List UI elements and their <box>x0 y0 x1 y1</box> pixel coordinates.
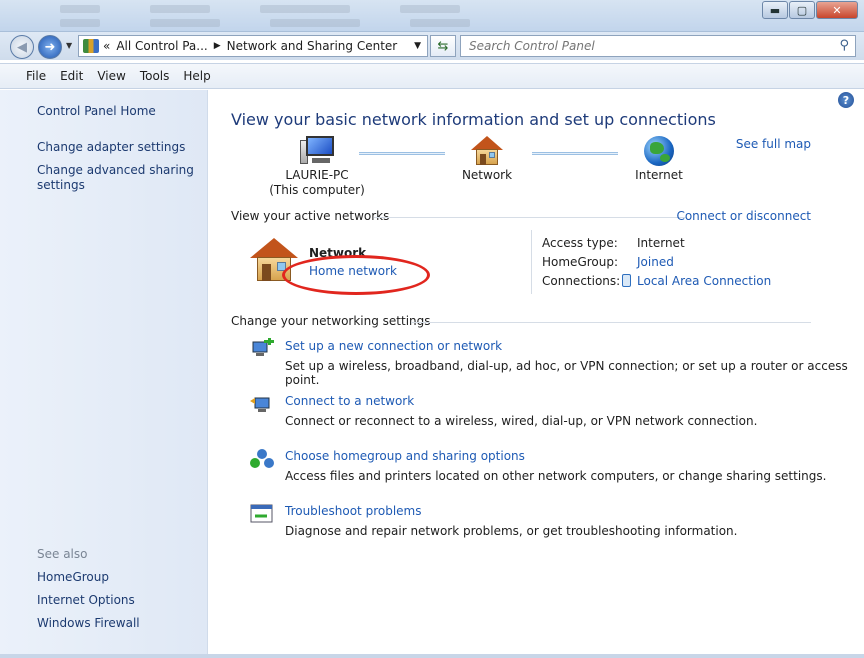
main-content: ? View your basic network information an… <box>209 90 864 658</box>
sidebar-windows-firewall[interactable]: Windows Firewall <box>37 616 140 631</box>
map-connector <box>359 152 445 155</box>
refresh-icon: ⇆ <box>437 38 449 54</box>
sidebar-control-panel-home[interactable]: Control Panel Home <box>37 104 156 119</box>
sidebar-advanced-line2: settings <box>37 178 85 192</box>
active-networks-title: View your active networks <box>231 209 390 223</box>
troubleshoot-problems-link[interactable]: Troubleshoot problems <box>285 504 421 518</box>
sidebar-homegroup[interactable]: HomeGroup <box>37 570 109 585</box>
window-bottom-edge <box>0 654 864 658</box>
homegroup-joined-link[interactable]: Joined <box>637 255 674 269</box>
troubleshoot-icon <box>250 503 274 525</box>
control-panel-icon <box>83 39 99 53</box>
title-bar: ▬ ▢ ✕ <box>0 0 864 32</box>
arrow-left-icon: ◀ <box>17 39 27 55</box>
sidebar-internet-options[interactable]: Internet Options <box>37 593 135 608</box>
access-type-value: Internet <box>637 236 685 250</box>
see-full-map-link[interactable]: See full map <box>736 137 811 151</box>
connect-network-icon <box>250 393 274 415</box>
networking-settings-title: Change your networking settings <box>231 314 431 328</box>
computer-name: LAURIE-PC <box>285 168 349 182</box>
setup-new-connection-desc: Set up a wireless, broadband, dial-up, a… <box>285 359 848 387</box>
breadcrumb-item-control-panel[interactable]: All Control Pa... <box>116 39 207 53</box>
background-window-row <box>60 16 760 27</box>
troubleshoot-problems-desc: Diagnose and repair network problems, or… <box>285 524 738 538</box>
highlight-annotation-ellipse <box>282 255 430 295</box>
forward-button[interactable]: ➜ <box>38 35 62 59</box>
recent-pages-dropdown[interactable]: ▼ <box>66 41 72 50</box>
map-node-internet[interactable]: Internet <box>619 136 699 183</box>
local-area-connection-link[interactable]: Local Area Connection <box>637 274 771 288</box>
computer-sub: (This computer) <box>269 183 365 197</box>
sidebar-change-adapter-settings[interactable]: Change adapter settings <box>37 140 185 155</box>
maximize-button[interactable]: ▢ <box>789 1 815 19</box>
setup-new-connection-link[interactable]: Set up a new connection or network <box>285 339 502 353</box>
access-type-label: Access type: <box>542 236 618 250</box>
homegroup-sharing-desc: Access files and printers located on oth… <box>285 469 827 483</box>
section-divider <box>374 217 686 218</box>
vertical-divider <box>531 230 532 294</box>
breadcrumb-item-network-sharing[interactable]: Network and Sharing Center <box>227 39 398 53</box>
map-network-label: Network <box>461 168 513 182</box>
homegroup-label: HomeGroup: <box>542 255 619 269</box>
arrow-right-icon: ➜ <box>44 39 56 55</box>
house-icon <box>471 136 503 166</box>
new-connection-icon <box>250 338 274 360</box>
ethernet-icon <box>622 274 631 287</box>
homegroup-icon <box>250 448 274 470</box>
breadcrumb-overflow-chevron[interactable]: « <box>103 39 110 53</box>
globe-icon <box>644 136 674 166</box>
search-box[interactable]: ⚲ <box>460 35 856 57</box>
search-icon[interactable]: ⚲ <box>839 38 849 53</box>
sidebar: Control Panel Home Change adapter settin… <box>0 90 208 658</box>
help-icon[interactable]: ? <box>838 92 854 108</box>
map-node-computer[interactable]: LAURIE-PC (This computer) <box>267 136 367 198</box>
homegroup-sharing-link[interactable]: Choose homegroup and sharing options <box>285 449 525 463</box>
sidebar-advanced-line1: Change advanced sharing <box>37 163 194 177</box>
menu-file[interactable]: File <box>26 69 46 83</box>
breadcrumb-separator-icon[interactable]: ▶ <box>214 41 221 51</box>
see-also-heading: See also <box>37 547 88 561</box>
connect-to-network-link[interactable]: Connect to a network <box>285 394 414 408</box>
address-toolbar: ◀ ➜ ▼ « All Control Pa... ▶ Network and … <box>0 32 864 60</box>
menu-edit[interactable]: Edit <box>60 69 83 83</box>
menu-help[interactable]: Help <box>183 69 210 83</box>
close-button[interactable]: ✕ <box>816 1 858 19</box>
back-button[interactable]: ◀ <box>10 35 34 59</box>
sidebar-change-advanced-sharing[interactable]: Change advanced sharing settings <box>37 163 194 193</box>
breadcrumb[interactable]: « All Control Pa... ▶ Network and Sharin… <box>78 35 428 57</box>
map-node-network[interactable]: Network <box>447 136 527 183</box>
menu-view[interactable]: View <box>97 69 125 83</box>
computer-icon <box>300 136 334 166</box>
search-input[interactable] <box>469 39 829 53</box>
menu-tools[interactable]: Tools <box>140 69 170 83</box>
address-dropdown-icon[interactable]: ▼ <box>414 41 421 51</box>
background-window-row <box>60 2 760 13</box>
refresh-button[interactable]: ⇆ <box>430 35 456 57</box>
connect-or-disconnect-link[interactable]: Connect or disconnect <box>676 209 811 223</box>
section-divider <box>411 322 811 323</box>
map-connector <box>532 152 618 155</box>
connections-label: Connections: <box>542 274 621 288</box>
map-internet-label: Internet <box>635 168 683 182</box>
minimize-button[interactable]: ▬ <box>762 1 788 19</box>
page-title: View your basic network information and … <box>231 110 716 129</box>
connect-to-network-desc: Connect or reconnect to a wireless, wire… <box>285 414 758 428</box>
menu-bar: File Edit View Tools Help <box>0 63 864 89</box>
